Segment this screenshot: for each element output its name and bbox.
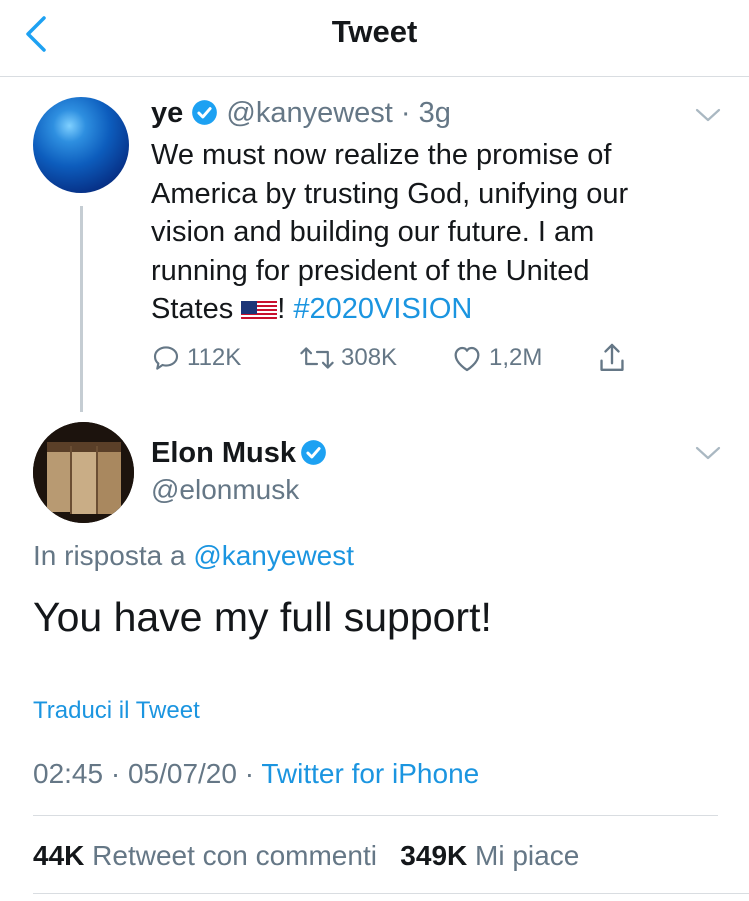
translate-tweet-link[interactable]: Traduci il Tweet: [33, 697, 200, 725]
likes-stat[interactable]: 349K Mi piace: [400, 840, 579, 871]
verified-badge-icon: [300, 439, 327, 466]
quote-tweets-label: Retweet con commenti: [92, 840, 377, 871]
reply-context: In risposta a @kanyewest: [33, 540, 354, 572]
parent-tweet-header: ye @kanyewest · 3g: [151, 97, 451, 130]
avatar-elonmusk[interactable]: [33, 422, 134, 523]
author-name[interactable]: ye: [151, 97, 183, 129]
like-icon: [454, 346, 480, 372]
share-button[interactable]: [596, 340, 634, 376]
reply-count: 112K: [187, 344, 242, 371]
avatar-kanyewest[interactable]: [33, 97, 129, 193]
chevron-down-icon: [695, 108, 721, 122]
reply-prefix: In risposta a: [33, 540, 194, 571]
like-count: 1,2M: [489, 344, 543, 371]
thread-connector: [80, 206, 83, 412]
likes-label: Mi piace: [475, 840, 580, 871]
main-tweet-header: Elon Musk: [151, 437, 327, 470]
back-chevron-icon: [26, 16, 46, 52]
parent-tweet-menu-button[interactable]: [694, 106, 722, 124]
chevron-down-icon: [695, 446, 721, 460]
hashtag-link[interactable]: #2020VISION: [293, 293, 472, 325]
verified-badge-icon: [191, 99, 218, 126]
tweet-source-link[interactable]: Twitter for iPhone: [261, 758, 479, 789]
like-button[interactable]: 1,2M: [451, 340, 542, 376]
tweet-timestamp: 02:45 · 05/07/20: [33, 758, 237, 789]
author-name[interactable]: Elon Musk: [151, 437, 296, 469]
quote-tweets-stat[interactable]: 44K Retweet con commenti: [33, 840, 377, 871]
tweet-text-tail: !: [277, 293, 294, 325]
reply-icon: [153, 346, 179, 370]
share-icon: [600, 343, 624, 371]
divider: [33, 893, 749, 894]
tweet-meta: 02:45 · 05/07/20 · Twitter for iPhone: [33, 758, 479, 790]
tweet-stats: 44K Retweet con commenti 349K Mi piace: [33, 840, 579, 872]
author-handle[interactable]: @kanyewest: [226, 97, 392, 129]
likes-count: 349K: [400, 840, 468, 871]
tweet-time: 3g: [418, 97, 451, 129]
divider: [33, 815, 718, 816]
header-separator: ·: [392, 97, 419, 129]
page-title: Tweet: [331, 14, 418, 49]
us-flag-icon: [241, 297, 278, 321]
meta-separator: ·: [236, 758, 262, 789]
author-handle[interactable]: @elonmusk: [151, 474, 299, 506]
retweet-count: 308K: [341, 344, 398, 371]
retweet-button[interactable]: 308K: [299, 340, 397, 376]
reply-to-link[interactable]: @kanyewest: [193, 540, 354, 571]
back-button[interactable]: [22, 14, 52, 54]
reply-button[interactable]: 112K: [151, 340, 241, 376]
main-tweet-text: You have my full support!: [33, 594, 492, 640]
parent-tweet-text: We must now realize the promise of Ameri…: [151, 136, 671, 329]
retweet-icon: [300, 347, 334, 369]
quote-tweets-count: 44K: [33, 840, 85, 871]
main-tweet-menu-button[interactable]: [694, 444, 722, 462]
